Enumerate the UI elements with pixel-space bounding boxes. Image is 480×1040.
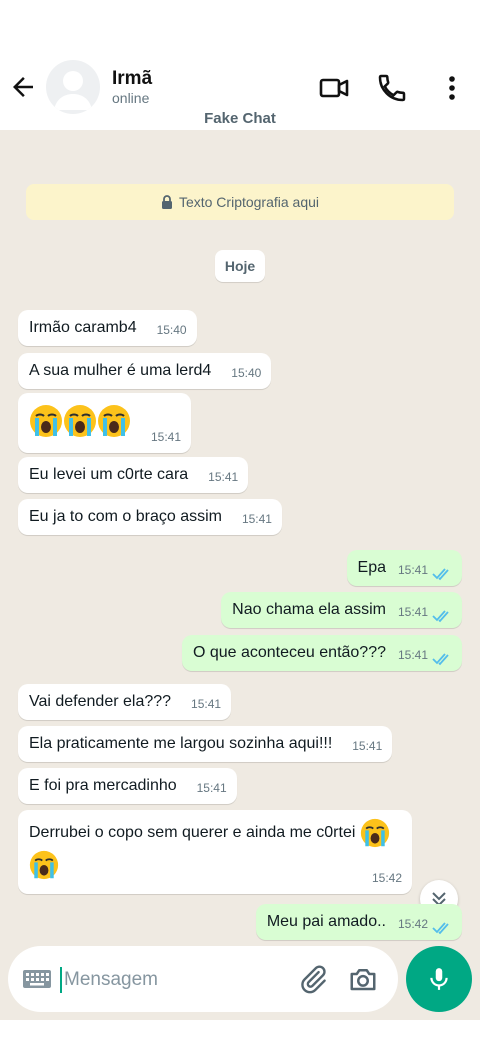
keyboard-icon[interactable]: [22, 965, 52, 993]
message-text: Vai defender ela???: [29, 693, 172, 710]
message-time: 15:41: [352, 739, 383, 753]
message-time: 15:40: [231, 366, 262, 380]
message-text: Ela praticamente me largou sozinha aqui!…: [29, 735, 333, 752]
message-text: Nao chama ela assim: [232, 601, 386, 618]
read-receipt-icon: [432, 610, 449, 623]
attachment-icon[interactable]: [298, 964, 328, 994]
loudly-crying-face-icon: [64, 405, 96, 437]
message-text: Eu ja to com o braço assim: [29, 508, 222, 525]
message-text: Derrubei o copo sem querer e ainda me c0…: [29, 824, 356, 842]
read-receipt-icon: [432, 568, 449, 581]
loudly-crying-face-icon: [360, 818, 389, 848]
message-time: 15:41: [150, 430, 181, 444]
encryption-banner[interactable]: Texto Criptografia aqui: [26, 184, 454, 220]
emoji-row: [29, 405, 131, 437]
message-time: 15:41: [397, 563, 428, 577]
avatar[interactable]: [46, 60, 100, 114]
message-bubble-incoming[interactable]: Derrubei o copo sem querer e ainda me c0…: [18, 810, 412, 894]
microphone-icon: [430, 968, 448, 990]
chat-header: Irmã online Fake Chat: [0, 0, 480, 130]
app-caption: Fake Chat: [204, 110, 276, 127]
loudly-crying-face-icon: [29, 850, 59, 880]
message-input[interactable]: [60, 967, 290, 993]
message-bubble-incoming[interactable]: Eu levei um c0rte cara 15:41: [18, 457, 249, 493]
message-bubble-incoming[interactable]: E foi pra mercadinho 15:41: [18, 768, 237, 804]
chat-area: Texto Criptografia aqui Hoje Irmão caram…: [0, 130, 480, 1020]
contact-status: online: [112, 90, 150, 106]
message-text: Meu pai amado..: [266, 913, 386, 930]
voice-call-icon[interactable]: [376, 72, 408, 104]
message-composer: [8, 946, 398, 1012]
message-time: 15:40: [156, 323, 187, 337]
more-options-icon[interactable]: [436, 72, 468, 104]
message-time: 15:42: [371, 871, 402, 885]
voice-message-button[interactable]: [406, 946, 472, 1012]
message-bubble-outgoing[interactable]: Nao chama ela assim 15:41: [221, 592, 462, 628]
message-text: Eu levei um c0rte cara: [29, 466, 189, 483]
message-text: O que aconteceu então???: [192, 644, 386, 661]
encryption-text: Texto Criptografia aqui: [178, 194, 320, 210]
message-bubble-incoming[interactable]: A sua mulher é uma lerd4 15:40: [18, 353, 272, 389]
message-text: A sua mulher é uma lerd4: [29, 362, 212, 379]
message-bubble-incoming[interactable]: Eu ja to com o braço assim 15:41: [18, 499, 282, 535]
message-text: Irmão caramb4: [29, 319, 137, 336]
message-time: 15:41: [241, 512, 272, 526]
message-time: 15:41: [196, 781, 227, 795]
video-call-icon[interactable]: [318, 72, 350, 104]
read-receipt-icon: [432, 922, 449, 935]
lock-icon: [161, 195, 172, 209]
message-bubble-incoming[interactable]: Vai defender ela??? 15:41: [18, 684, 232, 720]
message-time: 15:41: [397, 605, 428, 619]
default-avatar-icon: [54, 71, 92, 110]
loudly-crying-face-icon: [30, 405, 62, 437]
camera-icon[interactable]: [348, 964, 378, 994]
message-bubble-incoming[interactable]: Irmão caramb4 15:40: [18, 310, 197, 346]
loudly-crying-face-icon: [98, 405, 130, 437]
message-time: 15:41: [397, 648, 428, 662]
message-bubble-outgoing[interactable]: Meu pai amado.. 15:42: [255, 904, 462, 940]
contact-name[interactable]: Irmã: [112, 68, 152, 90]
date-chip: Hoje: [215, 250, 265, 282]
message-bubble-outgoing[interactable]: O que aconteceu então??? 15:41: [181, 635, 462, 671]
message-time: 15:41: [208, 470, 239, 484]
message-bubble-incoming[interactable]: Ela praticamente me largou sozinha aqui!…: [18, 726, 393, 762]
read-receipt-icon: [432, 653, 449, 666]
message-text: Epa: [357, 559, 386, 576]
message-text: E foi pra mercadinho: [29, 777, 177, 794]
message-bubble-outgoing[interactable]: Epa 15:41: [346, 550, 462, 586]
message-time: 15:41: [191, 697, 222, 711]
back-arrow-icon[interactable]: [8, 72, 38, 102]
message-bubble-incoming[interactable]: 15:41: [18, 393, 191, 453]
message-time: 15:42: [397, 917, 428, 931]
